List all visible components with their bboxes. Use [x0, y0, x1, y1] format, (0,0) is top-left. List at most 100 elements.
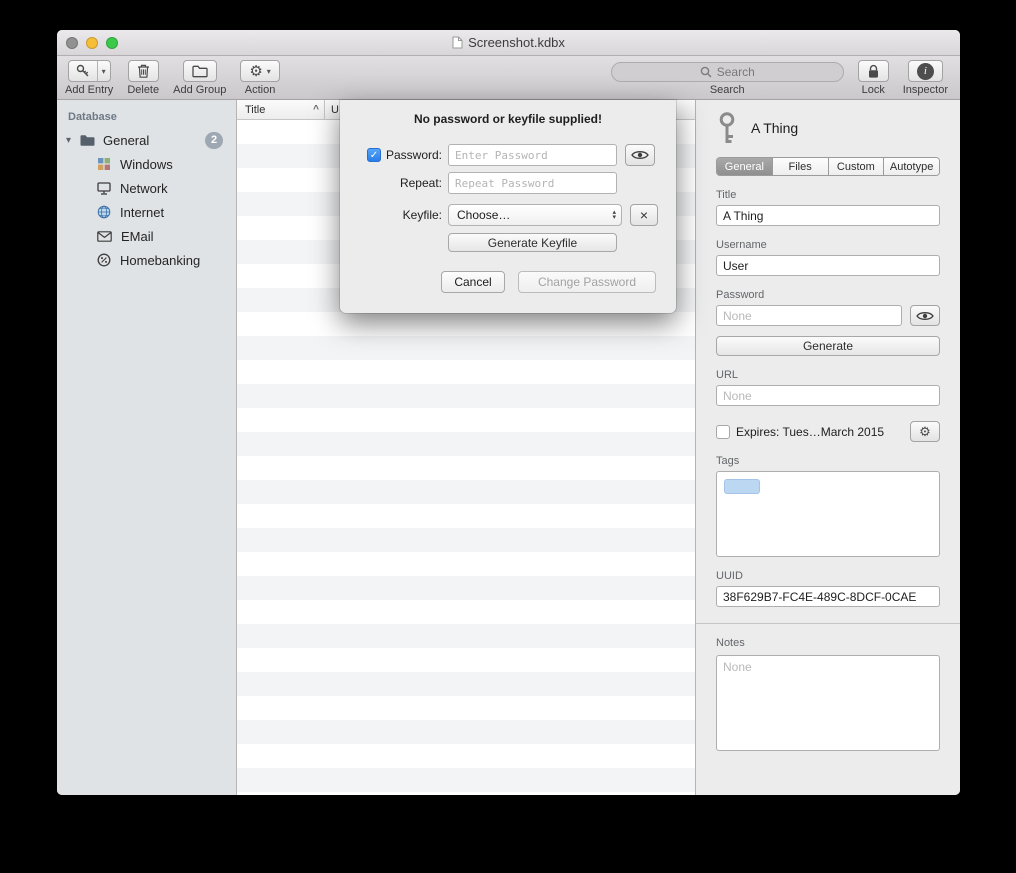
sidebar-item-internet[interactable]: Internet: [57, 200, 236, 224]
sidebar-item-network[interactable]: Network: [57, 176, 236, 200]
zoom-button[interactable]: [106, 37, 118, 49]
sidebar-item-label: Windows: [120, 157, 173, 172]
inspector-button[interactable]: i: [908, 60, 943, 82]
search-input[interactable]: Search: [611, 62, 844, 82]
password-field[interactable]: [716, 305, 902, 326]
sidebar-item-windows[interactable]: Windows: [57, 152, 236, 176]
sidebar-item-general[interactable]: ▾ General 2: [57, 128, 236, 152]
minimize-button[interactable]: [86, 37, 98, 49]
generate-password-button[interactable]: Generate: [716, 336, 940, 356]
sidebar-item-label: Network: [120, 181, 168, 196]
username-field-label: Username: [716, 239, 940, 251]
monitor-icon: [97, 182, 111, 195]
tag-chip[interactable]: [724, 479, 760, 494]
column-title[interactable]: Title ^: [237, 100, 325, 119]
sidebar-item-homebanking[interactable]: Homebanking: [57, 248, 236, 272]
add-entry-button[interactable]: ▾: [68, 60, 111, 82]
repeat-row: Repeat:: [340, 172, 676, 194]
lock-item: Lock: [858, 60, 889, 96]
delete-item: Delete: [127, 60, 159, 96]
search-item: Search Search: [611, 60, 844, 96]
search-label: Search: [710, 84, 745, 96]
notes-field[interactable]: [716, 655, 940, 751]
key-icon: [716, 111, 738, 145]
password-input[interactable]: [448, 144, 617, 166]
repeat-input[interactable]: [448, 172, 617, 194]
url-field[interactable]: [716, 385, 940, 406]
sheet-buttons: Cancel Change Password: [340, 271, 676, 293]
url-field-label: URL: [716, 369, 940, 381]
sidebar-item-email[interactable]: EMail: [57, 224, 236, 248]
lock-button[interactable]: [858, 60, 889, 82]
keyfile-popup-value: Choose…: [457, 208, 612, 222]
action-button[interactable]: ⚙ ▾: [240, 60, 279, 82]
column-title-label: Title: [245, 104, 265, 116]
add-entry-dropdown[interactable]: ▾: [97, 61, 110, 81]
tab-autotype[interactable]: Autotype: [884, 158, 939, 175]
delete-button[interactable]: [128, 60, 159, 82]
keyfile-label: Keyfile:: [403, 208, 442, 222]
sidebar-item-label: Internet: [120, 205, 164, 220]
tags-label: Tags: [716, 455, 940, 467]
entry-title: A Thing: [751, 120, 798, 136]
stepper-icon: ▴▾: [612, 210, 616, 220]
change-password-button[interactable]: Change Password: [518, 271, 656, 293]
tab-general[interactable]: General: [717, 158, 773, 175]
column-username[interactable]: U: [325, 100, 339, 119]
expires-checkbox[interactable]: [716, 425, 730, 439]
reveal-password-button[interactable]: [625, 144, 655, 166]
sidebar-item-label: General: [103, 133, 149, 148]
password-label: Password:: [386, 148, 442, 162]
info-icon: i: [917, 63, 934, 80]
close-button[interactable]: [66, 37, 78, 49]
notes-label: Notes: [716, 637, 940, 649]
add-group-label: Add Group: [173, 84, 226, 96]
clear-keyfile-button[interactable]: ×: [630, 204, 658, 226]
percent-coin-icon: [97, 253, 111, 267]
toolbar-right: Search Search Lock i Inspector: [611, 60, 948, 96]
disclosure-triangle-icon[interactable]: ▾: [66, 135, 79, 146]
sort-ascending-icon: ^: [313, 104, 319, 115]
key-icon: [69, 61, 97, 81]
password-field-label: Password: [716, 289, 940, 301]
sidebar-item-label: EMail: [121, 229, 154, 244]
password-checkbox[interactable]: ✓: [367, 148, 381, 162]
inspector-tabs: General Files Custom Autotype: [716, 157, 940, 176]
add-entry-item: ▾ Add Entry: [65, 60, 113, 96]
globe-icon: [97, 205, 111, 219]
windows-icon: [97, 157, 111, 171]
cancel-button[interactable]: Cancel: [441, 271, 505, 293]
tags-field[interactable]: [716, 471, 940, 557]
add-entry-label: Add Entry: [65, 84, 113, 96]
chevron-down-icon: ▾: [267, 67, 271, 76]
trash-icon: [137, 64, 150, 78]
tab-custom[interactable]: Custom: [829, 158, 885, 175]
lock-icon: [867, 64, 880, 79]
title-bar: Screenshot.kdbx: [57, 30, 960, 56]
add-group-item: Add Group: [173, 60, 226, 96]
title-field[interactable]: [716, 205, 940, 226]
uuid-field[interactable]: [716, 586, 940, 607]
add-group-button[interactable]: [183, 60, 217, 82]
generate-keyfile-button[interactable]: Generate Keyfile: [448, 233, 617, 252]
expires-options-button[interactable]: ⚙: [910, 421, 940, 442]
keyfile-popup[interactable]: Choose… ▴▾: [448, 204, 622, 226]
close-icon: ×: [640, 207, 648, 223]
title-field-label: Title: [716, 189, 940, 201]
window-title-wrap: Screenshot.kdbx: [452, 35, 565, 50]
sidebar: Database ▾ General 2 Windows Network Int…: [57, 100, 237, 795]
app-window: Screenshot.kdbx ▾ Add Entry Delete Add G…: [57, 30, 960, 795]
inspector-panel: A Thing General Files Custom Autotype Ti…: [695, 100, 960, 795]
eye-icon: [631, 149, 649, 161]
delete-label: Delete: [127, 84, 159, 96]
uuid-label: UUID: [716, 570, 940, 582]
username-field[interactable]: [716, 255, 940, 276]
password-sheet: No password or keyfile supplied! ✓ Passw…: [340, 100, 676, 313]
sidebar-header: Database: [57, 108, 236, 128]
reveal-password-button[interactable]: [910, 305, 940, 326]
password-field-row: [716, 305, 940, 326]
tab-files[interactable]: Files: [773, 158, 829, 175]
action-item: ⚙ ▾ Action: [240, 60, 279, 96]
envelope-icon: [97, 231, 112, 242]
expires-row: Expires: Tues…March 2015 ⚙: [716, 421, 940, 442]
